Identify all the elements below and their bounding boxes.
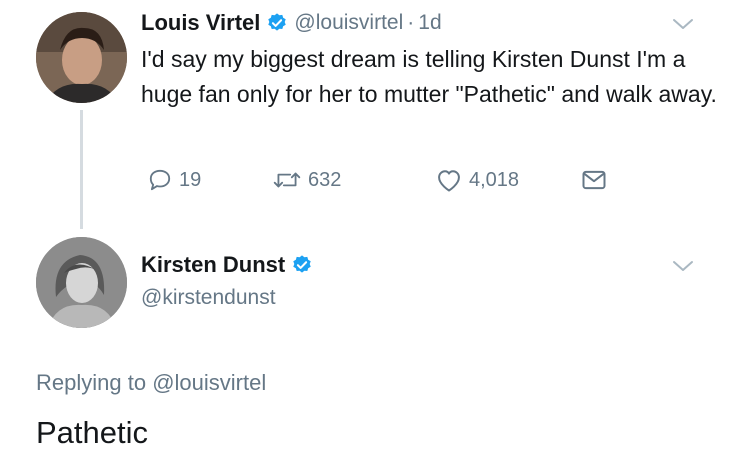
replying-to-mention[interactable]: @louisvirtel — [152, 370, 266, 395]
tweet-text: I'd say my biggest dream is telling Kirs… — [141, 46, 717, 107]
like-count: 4,018 — [469, 168, 520, 191]
reply-count: 19 — [179, 168, 202, 191]
reply-button[interactable]: 19 — [147, 164, 201, 196]
replying-to-label: Replying to — [36, 370, 147, 395]
chevron-down-icon[interactable] — [671, 258, 695, 274]
tweet-thread: Louis Virtel @louisvirtel · 1d I'd say m… — [0, 0, 750, 471]
envelope-icon — [582, 170, 606, 190]
reply-header: Kirsten Dunst — [141, 248, 313, 282]
direct-message-button[interactable] — [580, 164, 608, 196]
like-button[interactable]: 4,018 — [435, 164, 519, 196]
retweet-count: 632 — [308, 168, 342, 191]
author-name[interactable]: Louis Virtel — [141, 10, 260, 36]
reply-author-handle[interactable]: @kirstendunst — [141, 286, 276, 310]
author-handle[interactable]: @louisvirtel — [294, 11, 403, 35]
heart-icon — [438, 170, 460, 192]
thread-connector-line — [80, 110, 83, 229]
avatar-louis-virtel[interactable] — [36, 12, 127, 103]
reply-text: Pathetic — [36, 415, 149, 450]
verified-badge-icon — [268, 13, 287, 31]
verified-badge-icon — [293, 255, 311, 273]
replying-to-line: Replying to @louisvirtel — [36, 370, 266, 396]
reply-author-name[interactable]: Kirsten Dunst — [141, 252, 285, 278]
retweet-icon — [273, 172, 301, 188]
timestamp[interactable]: 1d — [418, 11, 441, 35]
tweet-header: Louis Virtel @louisvirtel · 1d — [141, 6, 442, 40]
avatar-kirsten-dunst[interactable] — [36, 237, 127, 328]
separator-dot: · — [407, 11, 415, 34]
chevron-down-icon[interactable] — [671, 16, 695, 32]
retweet-button[interactable]: 632 — [272, 164, 341, 196]
reply-icon — [149, 169, 171, 191]
